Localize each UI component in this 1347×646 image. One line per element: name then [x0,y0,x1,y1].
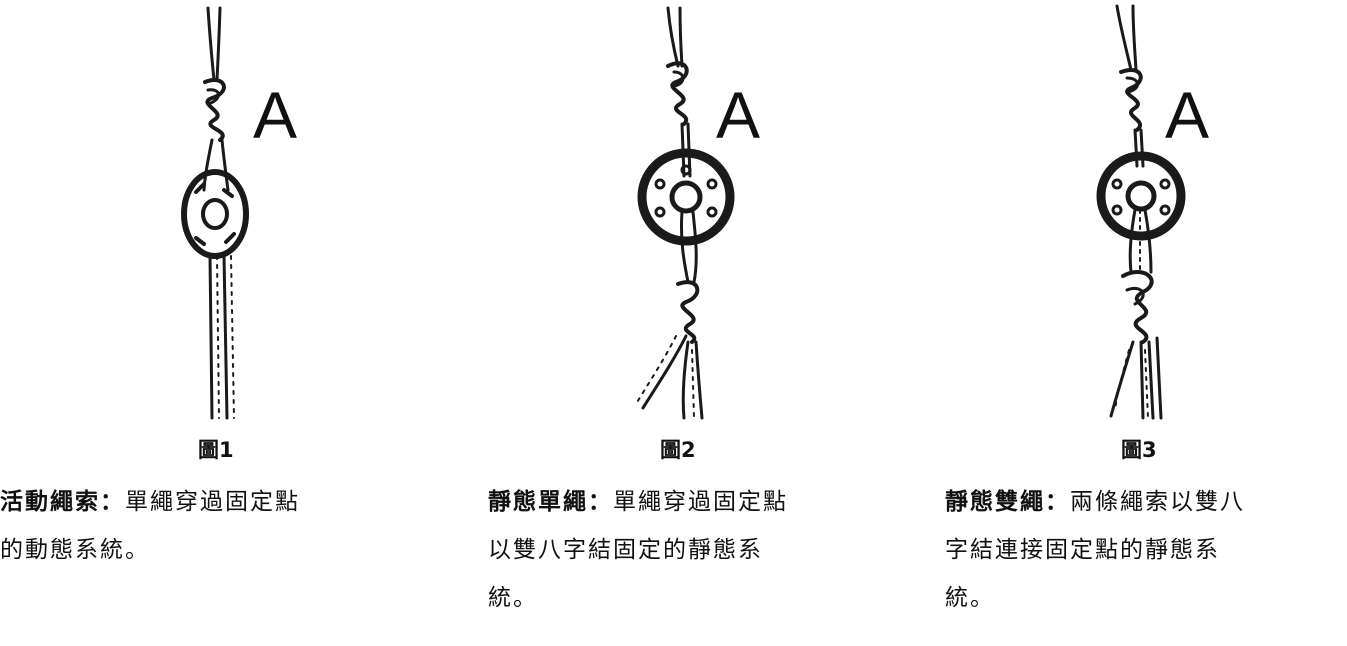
description-title: 靜態單繩 [488,489,588,515]
description-line-3: 統。 [488,585,538,611]
description-text: 兩條繩索以雙八 [1070,489,1245,515]
figure-caption-number: 圖2 [660,438,696,462]
figure-panel-3: A 圖3 靜態雙繩：兩條繩索以雙八 字結連接固定點的靜態系 統。 [945,0,1347,646]
description-title: 活動繩索 [0,489,100,515]
description-text: 單繩穿過固定點 [613,489,788,515]
anchor-marker-label: A [253,78,298,152]
figure-description: 活動繩索：單繩穿過固定點 的動態系統。 [0,478,420,574]
description-line-1: 活動繩索：單繩穿過固定點 [0,478,420,526]
description-title: 靜態雙繩 [945,489,1045,515]
description-separator: ： [1045,489,1070,515]
description-text: 單繩穿過固定點 [125,489,300,515]
description-line-1: 靜態單繩：單繩穿過固定點 [488,478,908,526]
description-line-2: 字結連接固定點的靜態系 [945,537,1220,563]
figure-caption-number: 圖1 [198,438,234,462]
rope-system-illustration-2 [635,6,735,420]
description-line-2: 的動態系統。 [0,537,150,563]
figure-description: 靜態雙繩：兩條繩索以雙八 字結連接固定點的靜態系 統。 [945,478,1345,622]
anchor-marker-label: A [1165,78,1210,152]
figure-caption-number: 圖3 [1121,438,1157,462]
description-separator: ： [588,489,613,515]
figure-description: 靜態單繩：單繩穿過固定點 以雙八字結固定的靜態系 統。 [488,478,908,622]
figure-panel-1: A 圖1 活動繩索：單繩穿過固定點 的動態系統。 [0,0,440,646]
description-line-1: 靜態雙繩：兩條繩索以雙八 [945,478,1345,526]
anchor-marker-label: A [716,78,761,152]
description-line-3: 統。 [945,585,995,611]
figure-panel-2: A 圖2 靜態單繩：單繩穿過固定點 以雙八字結固定的靜態系 統。 [488,0,928,646]
rope-system-illustration-3 [1096,4,1186,420]
rope-system-illustration-1 [181,6,249,420]
description-separator: ： [100,489,125,515]
description-line-2: 以雙八字結固定的靜態系 [488,537,763,563]
